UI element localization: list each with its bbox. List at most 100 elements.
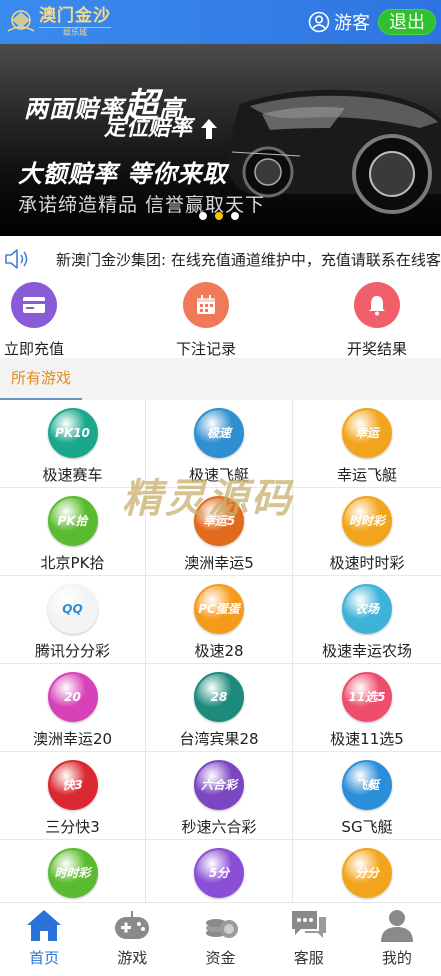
game-logo-badge: 28: [210, 689, 228, 704]
game-tile[interactable]: PK拾北京PK拾: [0, 488, 146, 576]
game-name: 秒速六合彩: [181, 818, 257, 836]
game-tile[interactable]: 快3 三分快3: [0, 752, 146, 840]
gamepad-icon: [115, 911, 150, 939]
game-logo-icon: 农场: [342, 584, 392, 634]
game-tile[interactable]: PK10 极速赛车: [0, 400, 146, 488]
calendar-icon: [183, 282, 229, 328]
arrow-up-icon: [200, 119, 217, 139]
game-tile[interactable]: QQ 腾讯分分彩: [0, 576, 146, 664]
recharge-label: 立即充值: [3, 340, 64, 358]
game-logo-icon: 20: [47, 672, 98, 722]
game-logo-badge: 飞艇: [354, 777, 379, 792]
game-tile[interactable]: 飞艇 SG飞艇: [293, 752, 441, 840]
bet-history-button[interactable]: 下注记录: [146, 282, 266, 359]
game-logo-badge: 快3: [62, 777, 83, 792]
game-logo-badge: 六合彩: [200, 777, 237, 792]
game-name: 北京PK拾: [40, 554, 105, 572]
promo-banner[interactable]: 两面赔率超高 定位赔率 大额赔率 等你来取 承诺缔造精品 信誉赢取天下: [0, 44, 441, 236]
bet-history-label: 下注记录: [175, 340, 236, 358]
game-logo-icon: 5分: [194, 848, 244, 898]
nav-funds[interactable]: 资金: [176, 903, 264, 976]
coins-icon: [205, 919, 238, 938]
notice-text: 新澳门金沙集团: 在线充值通道维护中，充值请联系在线客服: [56, 250, 441, 269]
game-tile[interactable]: 六合彩 秒速六合彩: [146, 752, 293, 840]
game-name: 腾讯分分彩: [34, 642, 110, 660]
nav-support[interactable]: 客服: [265, 903, 353, 976]
game-tile[interactable]: 20 澳洲幸运20: [0, 664, 146, 752]
carousel-dot[interactable]: [231, 212, 239, 220]
game-logo-icon: 飞艇: [342, 760, 392, 810]
game-logo-icon: 28: [194, 672, 244, 722]
game-name: 极速幸运农场: [321, 642, 412, 660]
game-tile[interactable]: 11选5 极速11选5: [293, 664, 441, 752]
nav-home[interactable]: 首页: [0, 903, 88, 976]
game-tile[interactable]: 极速 极速飞艇: [146, 400, 293, 488]
game-name: 澳洲幸运5: [184, 554, 254, 572]
nav-profile-label: 我的: [381, 949, 412, 967]
carousel-dots: [199, 212, 239, 220]
nav-funds-label: 资金: [205, 949, 236, 967]
game-name: 澳洲幸运20: [32, 730, 113, 748]
game-logo-badge: PC蛋蛋: [198, 601, 240, 616]
bell-icon: [354, 282, 400, 328]
game-grid: PK10 极速赛车 极速 极速飞艇 幸运 幸运飞艇 PK拾 北京PK拾 幸运5 澳洲幸运5 时时彩极…: [0, 400, 441, 928]
home-icon: [27, 910, 62, 941]
draw-results-button[interactable]: 开奖结果: [317, 282, 437, 359]
top-header: 澳门金沙 娱乐城 游客 退出: [0, 0, 441, 44]
logout-button[interactable]: 退出: [378, 9, 436, 35]
speaker-icon: [4, 247, 30, 271]
nav-games[interactable]: 游戏: [88, 903, 176, 976]
category-tabs: 所有游戏: [0, 358, 441, 400]
game-tile[interactable]: 28 台湾宾果28: [146, 664, 293, 752]
nav-support-label: 客服: [293, 949, 324, 967]
quick-actions: 立即充值 下注记录 开奖结果: [0, 282, 441, 358]
game-logo-icon: 幸运: [342, 408, 392, 458]
banner-subheadline: 定位赔率: [104, 110, 218, 142]
game-logo-icon: QQ: [47, 584, 98, 634]
game-name: 极速11选5: [330, 730, 404, 748]
game-tile[interactable]: 时时彩 极速时时彩: [293, 488, 441, 576]
game-logo-badge: QQ: [62, 601, 83, 616]
logo-subtitle: 娱乐城: [39, 27, 111, 38]
game-name: 三分快3: [45, 818, 100, 836]
profile-icon: [380, 910, 413, 942]
game-tile[interactable]: 幸运 幸运飞艇: [293, 400, 441, 488]
nav-profile[interactable]: 我的: [353, 903, 441, 976]
game-logo-icon: 11选5: [342, 672, 392, 722]
game-logo-icon: 分分: [342, 848, 392, 898]
game-logo-badge: 20: [64, 689, 81, 704]
game-name: 极速28: [194, 642, 244, 660]
game-tile[interactable]: PC蛋蛋极速28: [146, 576, 293, 664]
game-logo-badge: 时时彩: [54, 865, 91, 880]
carousel-dot-active[interactable]: [215, 212, 223, 220]
game-tile[interactable]: 农场 极速幸运农场: [293, 576, 441, 664]
notice-bar: 新澳门金沙集团: 在线充值通道维护中，充值请联系在线客服: [0, 236, 441, 282]
game-logo-icon: 时时彩: [47, 848, 98, 898]
game-logo-icon: 六合彩: [194, 760, 244, 810]
logo-title: 澳门金沙: [39, 6, 111, 26]
game-logo-icon: PK拾: [47, 496, 98, 546]
guest-label[interactable]: 游客: [334, 9, 370, 35]
app-page: 澳门金沙 娱乐城 游客 退出 两面赔率超高 定位赔率 大额赔率 等你来取 承诺缔…: [0, 0, 441, 976]
game-logo-badge: 11选5: [348, 689, 386, 704]
game-logo-icon: PK10: [47, 408, 98, 458]
game-logo-icon: 极速: [194, 408, 244, 458]
tab-all-games[interactable]: 所有游戏: [0, 358, 82, 400]
game-name: 台湾宾果28: [179, 730, 259, 748]
game-name: 极速飞艇: [188, 466, 249, 484]
game-logo-badge: 极速: [206, 425, 231, 440]
recharge-button[interactable]: 立即充值: [0, 282, 94, 359]
carousel-dot[interactable]: [199, 212, 207, 220]
logo-mark-icon: [6, 9, 36, 35]
game-tile[interactable]: 幸运5 澳洲幸运5: [146, 488, 293, 576]
draw-results-label: 开奖结果: [346, 340, 407, 358]
game-logo-icon: PC蛋蛋: [194, 584, 244, 634]
game-logo-icon: 时时彩: [342, 496, 392, 546]
user-icon[interactable]: [308, 11, 330, 33]
brand-logo[interactable]: 澳门金沙 娱乐城: [6, 0, 111, 44]
game-logo-badge: 农场: [354, 601, 379, 616]
game-logo-icon: 幸运5: [194, 496, 244, 546]
game-logo-badge: 时时彩: [348, 513, 385, 528]
game-logo-badge: 幸运: [354, 425, 379, 440]
game-logo-badge: 幸运5: [202, 513, 236, 528]
